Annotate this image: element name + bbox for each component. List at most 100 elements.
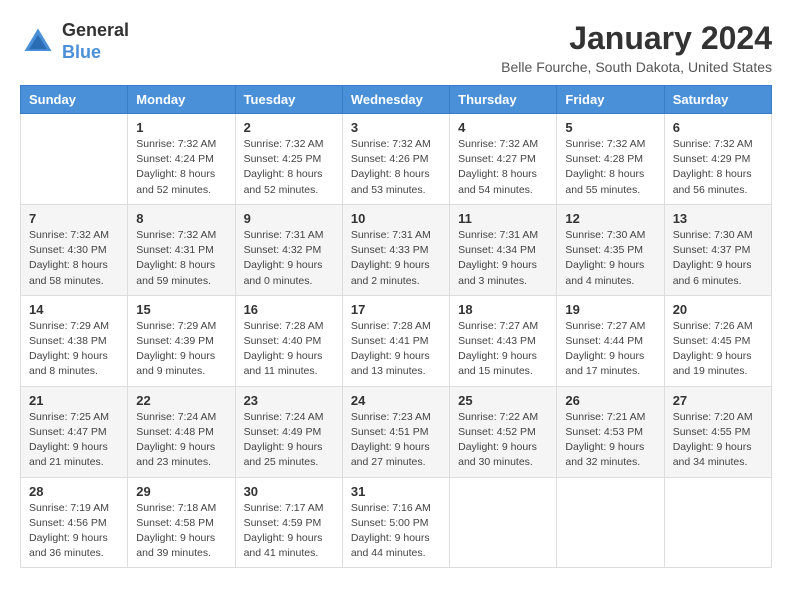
day-info: Sunrise: 7:22 AMSunset: 4:52 PMDaylight:… [458, 410, 548, 471]
calendar-header-friday: Friday [557, 86, 664, 114]
day-number: 13 [673, 211, 763, 226]
calendar-cell: 4 Sunrise: 7:32 AMSunset: 4:27 PMDaylight… [450, 114, 557, 205]
title-block: January 2024 Belle Fourche, South Dakota… [501, 20, 772, 75]
day-number: 30 [244, 484, 334, 499]
calendar-cell [450, 477, 557, 568]
calendar-cell: 16 Sunrise: 7:28 AMSunset: 4:40 PMDayligh… [235, 295, 342, 386]
calendar-header-monday: Monday [128, 86, 235, 114]
day-info: Sunrise: 7:17 AMSunset: 4:59 PMDaylight:… [244, 501, 334, 562]
calendar-cell: 17 Sunrise: 7:28 AMSunset: 4:41 PMDayligh… [342, 295, 449, 386]
calendar-cell: 3Sunrise: 7:32 AMSunset: 4:26 PMDaylight… [342, 114, 449, 205]
day-info: Sunrise: 7:29 AMSunset: 4:39 PMDaylight:… [136, 319, 226, 380]
calendar-week-row: 1 Sunrise: 7:32 AMSunset: 4:24 PMDaylight… [21, 114, 772, 205]
day-number: 22 [136, 393, 226, 408]
calendar-header-sunday: Sunday [21, 86, 128, 114]
day-info: Sunrise: 7:27 AMSunset: 4:44 PMDaylight:… [565, 319, 655, 380]
day-info: Sunrise: 7:32 AMSunset: 4:24 PMDaylight:… [136, 137, 226, 198]
calendar-header-wednesday: Wednesday [342, 86, 449, 114]
day-number: 31 [351, 484, 441, 499]
logo-icon [20, 24, 56, 60]
day-info: Sunrise: 7:32 AMSunset: 4:30 PMDaylight:… [29, 228, 119, 289]
day-number: 28 [29, 484, 119, 499]
day-number: 2 [244, 120, 334, 135]
day-info: Sunrise: 7:28 AMSunset: 4:41 PMDaylight:… [351, 319, 441, 380]
calendar-cell [557, 477, 664, 568]
day-info: Sunrise: 7:21 AMSunset: 4:53 PMDaylight:… [565, 410, 655, 471]
calendar-cell: 6 Sunrise: 7:32 AMSunset: 4:29 PMDaylight… [664, 114, 771, 205]
day-info: Sunrise: 7:32 AMSunset: 4:25 PMDaylight:… [244, 137, 334, 198]
calendar-cell: 23Sunrise: 7:24 AMSunset: 4:49 PMDayligh… [235, 386, 342, 477]
day-info: Sunrise: 7:32 AMSunset: 4:26 PMDaylight:… [351, 137, 441, 198]
calendar-cell: 5 Sunrise: 7:32 AMSunset: 4:28 PMDaylight… [557, 114, 664, 205]
calendar-cell: 30 Sunrise: 7:17 AMSunset: 4:59 PMDayligh… [235, 477, 342, 568]
day-info: Sunrise: 7:31 AMSunset: 4:32 PMDaylight:… [244, 228, 334, 289]
day-number: 7 [29, 211, 119, 226]
day-info: Sunrise: 7:23 AMSunset: 4:51 PMDaylight:… [351, 410, 441, 471]
day-number: 9 [244, 211, 334, 226]
day-number: 23 [244, 393, 334, 408]
day-number: 26 [565, 393, 655, 408]
day-info: Sunrise: 7:31 AMSunset: 4:33 PMDaylight:… [351, 228, 441, 289]
day-number: 1 [136, 120, 226, 135]
day-number: 15 [136, 302, 226, 317]
logo: General Blue [20, 20, 129, 63]
day-number: 11 [458, 211, 548, 226]
day-info: Sunrise: 7:27 AMSunset: 4:43 PMDaylight:… [458, 319, 548, 380]
day-number: 25 [458, 393, 548, 408]
logo-general: General [62, 20, 129, 40]
calendar-cell: 21Sunrise: 7:25 AMSunset: 4:47 PMDayligh… [21, 386, 128, 477]
day-info: Sunrise: 7:30 AMSunset: 4:37 PMDaylight:… [673, 228, 763, 289]
day-info: Sunrise: 7:32 AMSunset: 4:27 PMDaylight:… [458, 137, 548, 198]
day-number: 5 [565, 120, 655, 135]
calendar-header-thursday: Thursday [450, 86, 557, 114]
calendar-cell: 25 Sunrise: 7:22 AMSunset: 4:52 PMDayligh… [450, 386, 557, 477]
calendar-header-tuesday: Tuesday [235, 86, 342, 114]
calendar-cell: 28 Sunrise: 7:19 AMSunset: 4:56 PMDayligh… [21, 477, 128, 568]
calendar-cell: 19 Sunrise: 7:27 AMSunset: 4:44 PMDayligh… [557, 295, 664, 386]
day-number: 14 [29, 302, 119, 317]
page-header: General Blue January 2024 Belle Fourche,… [20, 20, 772, 75]
day-info: Sunrise: 7:30 AMSunset: 4:35 PMDaylight:… [565, 228, 655, 289]
day-info: Sunrise: 7:18 AMSunset: 4:58 PMDaylight:… [136, 501, 226, 562]
calendar-week-row: 28 Sunrise: 7:19 AMSunset: 4:56 PMDayligh… [21, 477, 772, 568]
logo-text: General Blue [62, 20, 129, 63]
day-number: 20 [673, 302, 763, 317]
calendar-cell: 11 Sunrise: 7:31 AMSunset: 4:34 PMDayligh… [450, 204, 557, 295]
calendar-cell: 27Sunrise: 7:20 AMSunset: 4:55 PMDayligh… [664, 386, 771, 477]
calendar-cell: 24 Sunrise: 7:23 AMSunset: 4:51 PMDayligh… [342, 386, 449, 477]
calendar-cell: 14Sunrise: 7:29 AMSunset: 4:38 PMDayligh… [21, 295, 128, 386]
day-info: Sunrise: 7:32 AMSunset: 4:28 PMDaylight:… [565, 137, 655, 198]
logo-blue: Blue [62, 42, 101, 62]
day-number: 21 [29, 393, 119, 408]
day-number: 19 [565, 302, 655, 317]
day-number: 24 [351, 393, 441, 408]
day-number: 17 [351, 302, 441, 317]
month-title: January 2024 [501, 20, 772, 57]
day-number: 4 [458, 120, 548, 135]
calendar-cell: 13 Sunrise: 7:30 AMSunset: 4:37 PMDayligh… [664, 204, 771, 295]
calendar-week-row: 21Sunrise: 7:25 AMSunset: 4:47 PMDayligh… [21, 386, 772, 477]
calendar-cell: 31 Sunrise: 7:16 AMSunset: 5:00 PMDayligh… [342, 477, 449, 568]
calendar-header-row: SundayMondayTuesdayWednesdayThursdayFrid… [21, 86, 772, 114]
calendar-cell: 22 Sunrise: 7:24 AMSunset: 4:48 PMDayligh… [128, 386, 235, 477]
day-info: Sunrise: 7:32 AMSunset: 4:29 PMDaylight:… [673, 137, 763, 198]
day-number: 6 [673, 120, 763, 135]
day-info: Sunrise: 7:28 AMSunset: 4:40 PMDaylight:… [244, 319, 334, 380]
calendar-cell: 26 Sunrise: 7:21 AMSunset: 4:53 PMDayligh… [557, 386, 664, 477]
day-number: 10 [351, 211, 441, 226]
calendar-cell: 9 Sunrise: 7:31 AMSunset: 4:32 PMDaylight… [235, 204, 342, 295]
day-info: Sunrise: 7:24 AMSunset: 4:48 PMDaylight:… [136, 410, 226, 471]
location: Belle Fourche, South Dakota, United Stat… [501, 59, 772, 75]
day-info: Sunrise: 7:31 AMSunset: 4:34 PMDaylight:… [458, 228, 548, 289]
day-info: Sunrise: 7:19 AMSunset: 4:56 PMDaylight:… [29, 501, 119, 562]
calendar-cell: 2 Sunrise: 7:32 AMSunset: 4:25 PMDaylight… [235, 114, 342, 205]
calendar-cell: 18Sunrise: 7:27 AMSunset: 4:43 PMDayligh… [450, 295, 557, 386]
calendar-cell: 12 Sunrise: 7:30 AMSunset: 4:35 PMDayligh… [557, 204, 664, 295]
calendar-cell: 7 Sunrise: 7:32 AMSunset: 4:30 PMDaylight… [21, 204, 128, 295]
day-number: 12 [565, 211, 655, 226]
day-info: Sunrise: 7:16 AMSunset: 5:00 PMDaylight:… [351, 501, 441, 562]
day-info: Sunrise: 7:26 AMSunset: 4:45 PMDaylight:… [673, 319, 763, 380]
day-number: 16 [244, 302, 334, 317]
calendar-cell [664, 477, 771, 568]
calendar-cell: 29Sunrise: 7:18 AMSunset: 4:58 PMDayligh… [128, 477, 235, 568]
